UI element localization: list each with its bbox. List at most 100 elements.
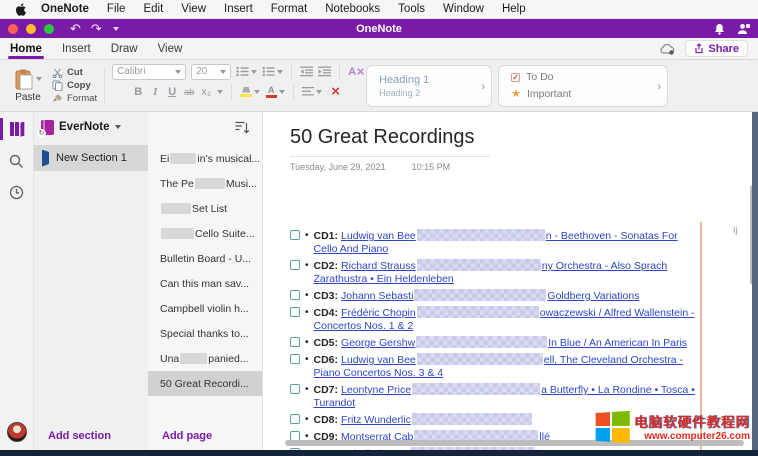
user-avatar[interactable] [7, 422, 27, 442]
cd-link[interactable]: Fritz Wunderlic [341, 414, 411, 426]
tab-insert[interactable]: Insert [62, 38, 91, 59]
menu-notebooks[interactable]: Notebooks [325, 3, 380, 15]
account-person-icon[interactable] [737, 23, 750, 35]
underline-button[interactable]: U [166, 86, 178, 98]
styles-gallery[interactable]: Heading 1 Heading 2 › [366, 65, 492, 107]
zoom-window-button[interactable] [44, 24, 54, 34]
recent-clock-icon[interactable] [9, 185, 24, 200]
format-painter-button[interactable]: Format [52, 93, 97, 104]
styles-expand-chevron[interactable]: › [467, 79, 485, 93]
page-canvas[interactable]: 50 Great Recordings Tuesday, June 29, 20… [263, 112, 758, 450]
minimize-window-button[interactable] [26, 24, 36, 34]
cd-link[interactable]: Ludwig van Bee [341, 230, 416, 242]
page-list-item[interactable]: Can this man sav... [148, 271, 262, 296]
close-window-button[interactable] [8, 24, 18, 34]
section-item[interactable]: New Section 1 [34, 145, 148, 171]
page-list-item[interactable]: Special thanks to... [148, 321, 262, 346]
add-section-button[interactable]: Add section [34, 430, 148, 450]
page-list-item[interactable]: Set List [148, 196, 262, 221]
page-title[interactable]: 50 Great Recordings [290, 126, 758, 149]
menu-view[interactable]: View [181, 3, 206, 15]
font-family-select[interactable]: Calibri [112, 64, 186, 80]
subscript-button[interactable]: x₂ [200, 86, 212, 98]
todo-checkbox[interactable] [290, 337, 300, 347]
important-tag[interactable]: ★ Important [511, 87, 571, 100]
menu-window[interactable]: Window [443, 3, 484, 15]
copy-label: Copy [67, 80, 91, 91]
cut-button[interactable]: Cut [52, 67, 97, 78]
menu-app-name[interactable]: OneNote [41, 3, 89, 15]
tags-expand-chevron[interactable]: › [643, 79, 661, 93]
heading2-style[interactable]: Heading 2 [379, 88, 429, 98]
todo-checkbox[interactable] [290, 260, 300, 270]
sync-status-cloud-icon[interactable] [659, 43, 675, 55]
todo-checkbox[interactable] [290, 354, 300, 364]
menu-insert[interactable]: Insert [224, 3, 253, 15]
italic-button[interactable]: I [149, 86, 161, 98]
page-list-item[interactable]: The Pe Musi... [148, 171, 262, 196]
numbered-list-button[interactable] [262, 66, 283, 77]
decrease-indent-button[interactable] [300, 66, 313, 77]
cd-link[interactable]: Johann Sebasti [341, 290, 413, 302]
redo-button[interactable]: ↷ [91, 22, 102, 35]
page-list-item[interactable]: Unapanied... [148, 346, 262, 371]
apple-menu-icon[interactable] [16, 3, 27, 16]
todo-checkbox[interactable] [290, 290, 300, 300]
notebook-switcher[interactable]: ↻ EverNote [34, 112, 148, 142]
cd-link[interactable]: Leontyne Price [341, 384, 411, 396]
page-list-item[interactable]: Campbell violin h... [148, 296, 262, 321]
paste-dropdown-caret[interactable] [36, 77, 42, 81]
cd-link[interactable]: George Gershw [341, 337, 415, 349]
redacted-mosaic [417, 229, 545, 241]
page-list-item[interactable]: Eiin’s musical... [148, 146, 262, 171]
sort-pages-icon[interactable] [235, 121, 250, 134]
numbered-list-icon [262, 66, 275, 77]
strikethrough-button[interactable]: ab [183, 87, 195, 97]
notebooks-icon[interactable] [8, 120, 26, 138]
search-icon[interactable] [9, 154, 24, 169]
todo-checkbox[interactable] [290, 414, 300, 424]
share-button[interactable]: Share [685, 40, 748, 57]
page-list-item[interactable]: Cello Suite... [148, 221, 262, 246]
menu-edit[interactable]: Edit [143, 3, 163, 15]
tab-home[interactable]: Home [10, 38, 42, 59]
customize-toolbar-icon[interactable] [113, 27, 119, 31]
todo-checkbox[interactable] [290, 307, 300, 317]
cd-link[interactable]: Frédéric Chopin [341, 307, 416, 319]
tab-view[interactable]: View [158, 38, 183, 59]
clear-formatting-button[interactable]: A⨯ [348, 65, 360, 78]
font-size-select[interactable]: 20 [191, 64, 231, 80]
menu-tools[interactable]: Tools [398, 3, 425, 15]
cd-link[interactable]: Ludwig van Bee [341, 354, 416, 366]
bold-button[interactable]: B [132, 86, 144, 98]
cd-link[interactable]: In Blue / An American In Paris [548, 337, 687, 349]
highlight-color-button[interactable] [240, 87, 260, 97]
paragraph-align-button[interactable] [302, 87, 322, 96]
todo-checkbox[interactable] [290, 384, 300, 394]
page-list-item[interactable]: Bulletin Board - U... [148, 246, 262, 271]
add-page-button[interactable]: Add page [148, 430, 262, 450]
tab-draw[interactable]: Draw [111, 38, 138, 59]
font-color-button[interactable]: A [265, 86, 285, 98]
tags-gallery[interactable]: ✓ To Do ★ Important › [498, 65, 668, 107]
undo-button[interactable]: ↶ [70, 22, 81, 35]
cd-number-label: CD7: [314, 384, 339, 396]
cd-link[interactable]: Goldberg Variations [547, 290, 639, 302]
screen-bottom-bar [0, 450, 758, 456]
increase-indent-button[interactable] [318, 66, 331, 77]
paste-button[interactable]: Paste [8, 69, 48, 103]
delete-button[interactable]: × [331, 85, 340, 99]
menu-file[interactable]: File [107, 3, 126, 15]
menu-help[interactable]: Help [502, 3, 526, 15]
notifications-bell-icon[interactable] [714, 23, 725, 35]
redacted-mosaic [417, 259, 541, 271]
todo-checkbox[interactable] [290, 230, 300, 240]
menu-format[interactable]: Format [271, 3, 307, 15]
heading1-style[interactable]: Heading 1 [379, 74, 429, 86]
copy-button[interactable]: Copy [52, 80, 97, 91]
page-list-item[interactable]: 50 Great Recordi... [148, 371, 262, 396]
cd-link[interactable]: Richard Strauss [341, 260, 416, 272]
todo-tag[interactable]: ✓ To Do [511, 71, 571, 83]
chevron-down-icon[interactable] [217, 90, 223, 94]
bullet-list-button[interactable] [236, 66, 257, 77]
